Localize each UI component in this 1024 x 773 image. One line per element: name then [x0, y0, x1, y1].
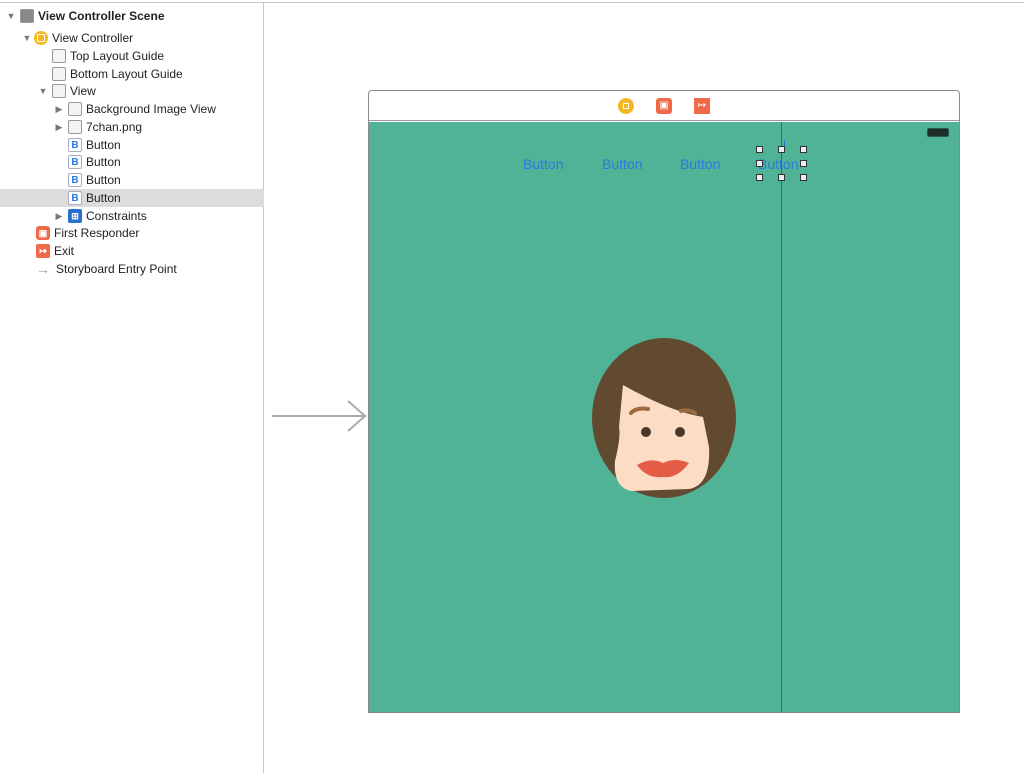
outline-button-3[interactable]: B Button — [0, 171, 264, 189]
outline-first-responder[interactable]: ▣ First Responder — [0, 224, 264, 242]
outline-button-4[interactable]: B Button — [0, 189, 264, 207]
scene-label: View Controller Scene — [38, 9, 165, 23]
item-label: View — [70, 84, 96, 98]
view-icon — [52, 84, 66, 98]
button-4-selected[interactable]: Button — [758, 156, 798, 172]
item-label: First Responder — [54, 226, 140, 240]
first-responder-icon[interactable]: ▣ — [656, 97, 672, 114]
disclosure-open-icon[interactable]: ▼ — [22, 33, 32, 43]
view-controller-icon — [34, 31, 48, 45]
alignment-guide — [781, 122, 782, 712]
entry-arrow-icon: → — [36, 261, 50, 277]
item-label: View Controller — [52, 31, 134, 45]
scene-icon — [20, 9, 34, 23]
outline-scene[interactable]: ▼ View Controller Scene — [0, 7, 264, 25]
layout-guide-icon — [52, 67, 66, 81]
item-label: Button — [86, 173, 121, 187]
item-label: 7chan.png — [86, 120, 143, 134]
outline-button-2[interactable]: B Button — [0, 153, 264, 171]
outline-storyboard-entry-point[interactable]: → Storyboard Entry Point — [0, 260, 264, 278]
disclosure-open-icon[interactable]: ▼ — [38, 86, 48, 96]
button-3[interactable]: Button — [680, 156, 720, 172]
item-label: Top Layout Guide — [70, 49, 165, 63]
scene-dock: ▣ ↦ — [369, 91, 959, 121]
exit-icon: ↦ — [36, 244, 50, 258]
button-icon: B — [68, 173, 82, 187]
resize-handle[interactable] — [756, 146, 763, 153]
outline-bottom-layout-guide[interactable]: Bottom Layout Guide — [0, 65, 264, 83]
button-icon: B — [68, 191, 82, 205]
disclosure-closed-icon[interactable]: ▶ — [54, 122, 64, 133]
button-icon: B — [68, 138, 82, 152]
first-responder-icon: ▣ — [36, 226, 50, 240]
resize-handle[interactable] — [800, 146, 807, 153]
button-1[interactable]: Button — [523, 156, 563, 172]
outline-background-image-view[interactable]: ▶ Background Image View — [0, 100, 264, 118]
item-label: Exit — [54, 244, 75, 258]
item-label: Button — [86, 155, 121, 169]
resize-handle[interactable] — [778, 146, 785, 153]
resize-handle[interactable] — [778, 174, 785, 181]
resize-handle[interactable] — [756, 174, 763, 181]
image-view-icon — [68, 120, 82, 134]
battery-icon — [927, 128, 949, 137]
7chan-face-image[interactable] — [591, 337, 737, 499]
storyboard-entry-arrow[interactable] — [272, 400, 368, 434]
item-label: Button — [86, 138, 121, 152]
button-2[interactable]: Button — [602, 156, 642, 172]
outline-view-controller[interactable]: ▼ View Controller — [0, 29, 264, 47]
item-label: Background Image View — [86, 102, 216, 116]
outline-7chan-png[interactable]: ▶ 7chan.png — [0, 118, 264, 136]
disclosure-closed-icon[interactable]: ▶ — [54, 211, 64, 222]
view-controller-scene-frame[interactable]: ▣ ↦ Button Button Button Button I — [368, 90, 960, 713]
item-label: Bottom Layout Guide — [70, 67, 183, 81]
resize-handle[interactable] — [800, 160, 807, 167]
item-label: Constraints — [86, 209, 147, 223]
item-label: Storyboard Entry Point — [56, 262, 177, 276]
resize-handle[interactable] — [800, 174, 807, 181]
document-outline: ▼ View Controller Scene ▼ View Controller … — [0, 3, 264, 773]
disclosure-closed-icon[interactable]: ▶ — [54, 104, 64, 115]
disclosure-open-icon[interactable]: ▼ — [6, 11, 16, 21]
resize-handle[interactable] — [756, 160, 763, 167]
image-view-icon — [68, 102, 82, 116]
view-controller-icon[interactable] — [618, 97, 634, 114]
outline-top-layout-guide[interactable]: Top Layout Guide — [0, 47, 264, 65]
layout-guide-icon — [52, 49, 66, 63]
exit-icon[interactable]: ↦ — [694, 97, 710, 114]
outline-exit[interactable]: ↦ Exit — [0, 242, 264, 260]
constraints-icon: ⊞ — [68, 209, 82, 223]
outline-view[interactable]: ▼ View — [0, 82, 264, 100]
outline-button-1[interactable]: B Button — [0, 136, 264, 154]
button-icon: B — [68, 155, 82, 169]
outline-constraints[interactable]: ▶ ⊞ Constraints — [0, 207, 264, 225]
main-view[interactable]: Button Button Button Button I — [369, 122, 959, 712]
item-label: Button — [86, 191, 121, 205]
